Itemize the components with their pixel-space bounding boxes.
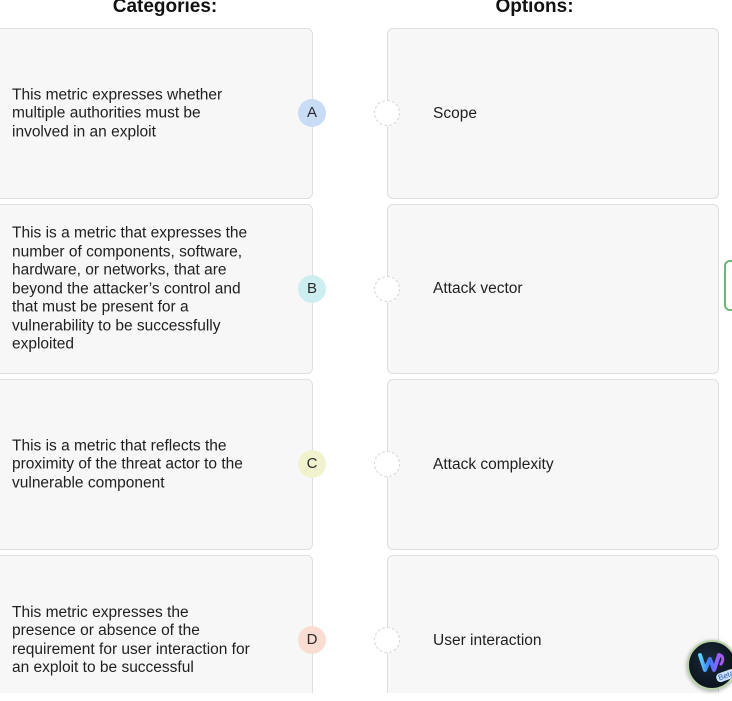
option-card-attack-vector[interactable]: Attack vector	[387, 204, 719, 374]
category-card-b: This is a metric that expresses the numb…	[0, 204, 313, 374]
category-letter-badge-a[interactable]: A	[298, 99, 326, 127]
category-text: This metric expresses whether multiple a…	[12, 85, 223, 140]
category-text: This is a metric that expresses the numb…	[12, 224, 248, 353]
options-header: Options:	[495, 0, 574, 17]
category-text: This metric expresses the presence or ab…	[12, 603, 250, 677]
category-text: This is a metric that reflects the proxi…	[12, 436, 243, 491]
category-letter-badge-d[interactable]: D	[298, 626, 326, 654]
option-card-user-interaction[interactable]: User interaction	[387, 555, 719, 701]
category-letter-badge-b[interactable]: B	[298, 275, 326, 303]
matching-exercise: Categories: Options: This metric express…	[0, 0, 732, 701]
category-card-d: This metric expresses the presence or ab…	[0, 555, 313, 701]
option-label: User interaction	[433, 631, 542, 649]
side-panel-tab[interactable]	[724, 260, 732, 311]
category-card-c: This is a metric that reflects the proxi…	[0, 379, 313, 550]
option-drop-slot[interactable]	[374, 276, 400, 302]
option-drop-slot[interactable]	[374, 451, 400, 477]
bottom-edge	[0, 693, 732, 701]
category-card-a: This metric expresses whether multiple a…	[0, 28, 313, 199]
option-label: Attack vector	[433, 279, 523, 297]
option-drop-slot[interactable]	[374, 100, 400, 126]
option-card-attack-complexity[interactable]: Attack complexity	[387, 379, 719, 550]
option-card-scope[interactable]: Scope	[387, 28, 719, 199]
categories-header: Categories:	[112, 0, 218, 17]
option-drop-slot[interactable]	[374, 627, 400, 653]
option-label: Attack complexity	[433, 455, 554, 473]
assistant-button[interactable]: Beta	[687, 640, 732, 690]
option-label: Scope	[433, 104, 477, 122]
category-letter-badge-c[interactable]: C	[298, 450, 326, 478]
